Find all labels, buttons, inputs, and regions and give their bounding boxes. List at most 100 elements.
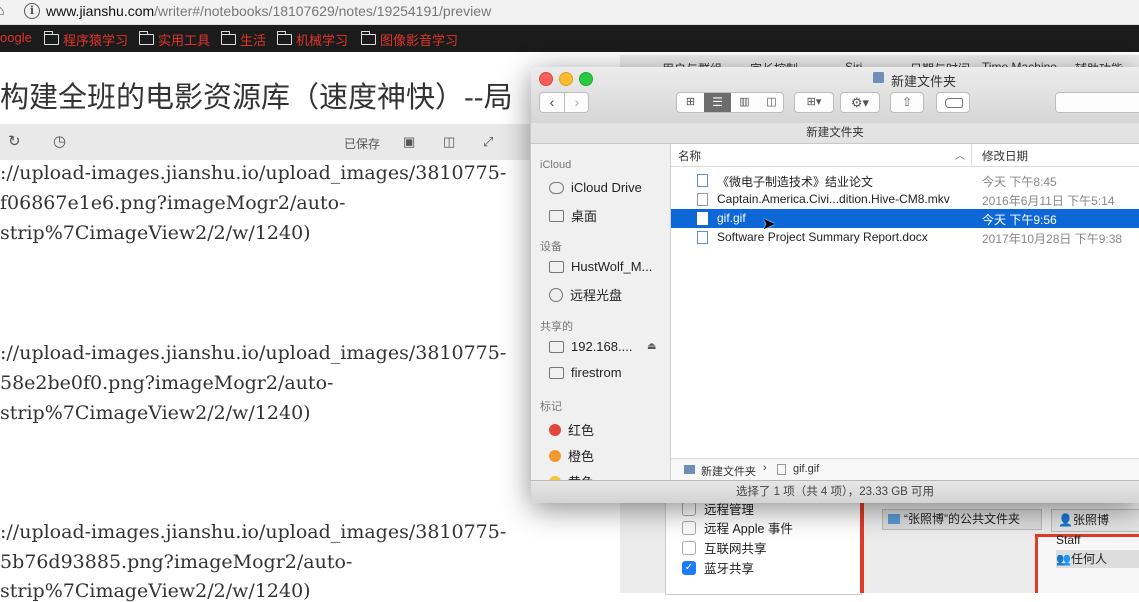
file-date: 2016年6月11日 下午5:14: [982, 194, 1115, 208]
folder-icon: [277, 31, 292, 45]
folder-icon: [44, 31, 59, 45]
arrange-icon[interactable]: ⊞▾: [794, 92, 834, 113]
editor-line[interactable]: ://upload-images.jianshu.io/upload_image…: [0, 162, 506, 184]
folder-icon: [684, 465, 695, 474]
editor-line[interactable]: f06867e1e6.png?imageMogr2/auto-: [0, 192, 345, 214]
bookmark-label: 程序猿学习: [63, 33, 129, 48]
eject-icon[interactable]: ⏏: [647, 341, 656, 352]
fullscreen-icon[interactable]: ⤢: [483, 134, 493, 150]
editor-line[interactable]: ://upload-images.jianshu.io/upload_image…: [0, 521, 506, 543]
video-file-icon: [697, 193, 708, 206]
image-file-icon: [777, 464, 786, 475]
editor-line[interactable]: 5b76d93885.png?imageMogr2/auto-: [0, 551, 352, 573]
sidebar-item-firestrom[interactable]: firestrom: [549, 365, 622, 380]
file-row[interactable]: Software Project Summary Report.docx 2017…: [671, 228, 1139, 247]
sidebar-item-mac[interactable]: HustWolf_M...: [549, 259, 652, 274]
shared-folder-item[interactable]: “张照博”的公共文件夹: [882, 509, 1042, 530]
sidebar-item-icloud-drive[interactable]: iCloud Drive: [549, 180, 642, 195]
sidebar-item-desktop[interactable]: 桌面: [549, 206, 597, 225]
editor-line[interactable]: strip%7CimageView2/2/w/1240): [0, 402, 311, 424]
editor-line[interactable]: 58e2be0f0.png?imageMogr2/auto-: [0, 372, 333, 394]
laptop-icon: [549, 260, 564, 273]
icon-view-icon[interactable]: ⊞: [677, 93, 704, 112]
word-doc-icon: [697, 174, 708, 187]
cover-flow-icon[interactable]: ◫: [758, 93, 785, 112]
file-row-selected[interactable]: gif.gif 今天 下午9:56: [671, 209, 1139, 228]
file-name: Captain.America.Civi...dition.Hive-CM8.m…: [717, 192, 950, 206]
finder-window: 新建文件夹 ‹ › ⊞ ☰ ▥ ◫ ⊞▾ ⚙▾ ⇧ 新建文件夹 iCloud i…: [531, 67, 1139, 503]
bookmark-tools[interactable]: 实用工具: [139, 30, 210, 49]
bookmark-programmer[interactable]: 程序猿学习: [44, 30, 128, 49]
article-title[interactable]: 构建全班的电影资源库（速度神快）--局: [0, 74, 513, 116]
path-bar: 新建文件夹 › gif.gif: [671, 458, 1139, 481]
mouse-cursor-icon: ➤: [762, 216, 776, 233]
zoom-button[interactable]: [579, 72, 593, 86]
sort-up-icon[interactable]: ︿: [955, 147, 965, 162]
gear-icon[interactable]: ⚙▾: [840, 92, 880, 113]
tag-dot-icon: [549, 423, 561, 436]
home-icon[interactable]: ⌂: [0, 2, 4, 18]
sidebar-tag-red[interactable]: 红色: [549, 420, 594, 439]
url-path: /writer#/notebooks/18107629/notes/192541…: [154, 3, 492, 19]
column-view-icon[interactable]: ▥: [731, 93, 758, 112]
bookmark-life[interactable]: 生活: [221, 30, 266, 49]
file-date: 2017年10月28日 下午9:38: [982, 232, 1123, 246]
word-doc-icon: [697, 231, 708, 244]
folder-icon: [361, 31, 376, 45]
user-item-everyone[interactable]: 👥任何人: [1056, 550, 1139, 568]
tag-icon[interactable]: [936, 92, 970, 113]
search-field[interactable]: [1055, 92, 1139, 113]
list-view-icon[interactable]: ☰: [704, 93, 731, 112]
user-item[interactable]: Staff: [1056, 533, 1080, 547]
service-bluetooth-sharing[interactable]: ✓ 蓝牙共享: [682, 558, 754, 577]
editor-line[interactable]: ://upload-images.jianshu.io/upload_image…: [0, 342, 506, 364]
sidebar-tag-orange[interactable]: 橙色: [549, 446, 594, 465]
monitor-icon: [549, 340, 564, 353]
service-checkbox[interactable]: [682, 540, 696, 555]
cloud-icon: [549, 181, 564, 194]
file-name: gif.gif: [717, 211, 746, 225]
refresh-icon[interactable]: ↻: [8, 132, 21, 150]
sharing-services-panel: 远程管理 远程 Apple 事件 互联网共享 ✓ 蓝牙共享 “张照博”的公共文件夹…: [620, 500, 1139, 595]
bookmark-label: 图像影音学习: [380, 33, 459, 48]
folder-icon: [888, 514, 900, 524]
editor-line[interactable]: strip%7CimageView2/2/w/1240): [0, 222, 311, 244]
file-row[interactable]: 《微电子制造技术》结业论文 今天 下午8:45: [671, 171, 1139, 190]
service-internet-sharing[interactable]: 互联网共享: [682, 538, 767, 557]
share-icon[interactable]: ⇧: [890, 92, 924, 113]
column-name[interactable]: 名称: [678, 148, 701, 164]
service-checkbox[interactable]: [682, 501, 696, 516]
split-view-icon[interactable]: ◫: [443, 134, 455, 150]
info-icon[interactable]: i: [24, 3, 40, 19]
bookmark-label: oogle: [0, 30, 32, 45]
path-folder[interactable]: 新建文件夹: [701, 463, 756, 479]
editor-line[interactable]: strip%7CimageView2/2/w/1240): [0, 580, 311, 602]
service-label: 互联网共享: [704, 542, 767, 556]
path-separator: ›: [763, 462, 767, 474]
editor-toolbar: ↻ ◷ 已保存 ▣ ◫ ⤢: [0, 124, 530, 160]
forward-icon[interactable]: ›: [565, 93, 589, 112]
sidebar-item-shared-ip[interactable]: 192.168....: [549, 339, 632, 354]
service-checkbox[interactable]: [682, 520, 696, 535]
bookmark-mechanical[interactable]: 机械学习: [277, 30, 348, 49]
path-file[interactable]: gif.gif: [793, 463, 819, 475]
close-button[interactable]: [539, 72, 553, 86]
file-name: 《微电子制造技术》结业论文: [717, 175, 874, 189]
column-date[interactable]: 修改日期: [982, 148, 1028, 164]
tag-dot-icon: [549, 449, 561, 462]
bookmark-media[interactable]: 图像影音学习: [361, 30, 458, 49]
minimize-button[interactable]: [559, 72, 573, 86]
service-remote-apple-events[interactable]: 远程 Apple 事件: [682, 518, 793, 537]
save-icon[interactable]: ▣: [403, 134, 415, 150]
user-item[interactable]: 👤张照博: [1051, 509, 1139, 532]
service-checkbox-checked[interactable]: ✓: [682, 560, 696, 575]
service-label: 远程 Apple 事件: [704, 522, 793, 536]
bookmark-google[interactable]: oogle: [0, 30, 32, 45]
file-row[interactable]: Captain.America.Civi...dition.Hive-CM8.m…: [671, 190, 1139, 209]
history-icon[interactable]: ◷: [53, 132, 66, 150]
back-icon[interactable]: ‹: [540, 93, 565, 112]
browser-url-bar[interactable]: ⌂ i www.jianshu.com/writer#/notebooks/18…: [0, 0, 1139, 25]
sidebar-item-remote-disc[interactable]: 远程光盘: [549, 285, 622, 304]
url-text[interactable]: www.jianshu.com/writer#/notebooks/181076…: [46, 3, 491, 19]
nav-buttons: ‹ ›: [539, 92, 589, 113]
